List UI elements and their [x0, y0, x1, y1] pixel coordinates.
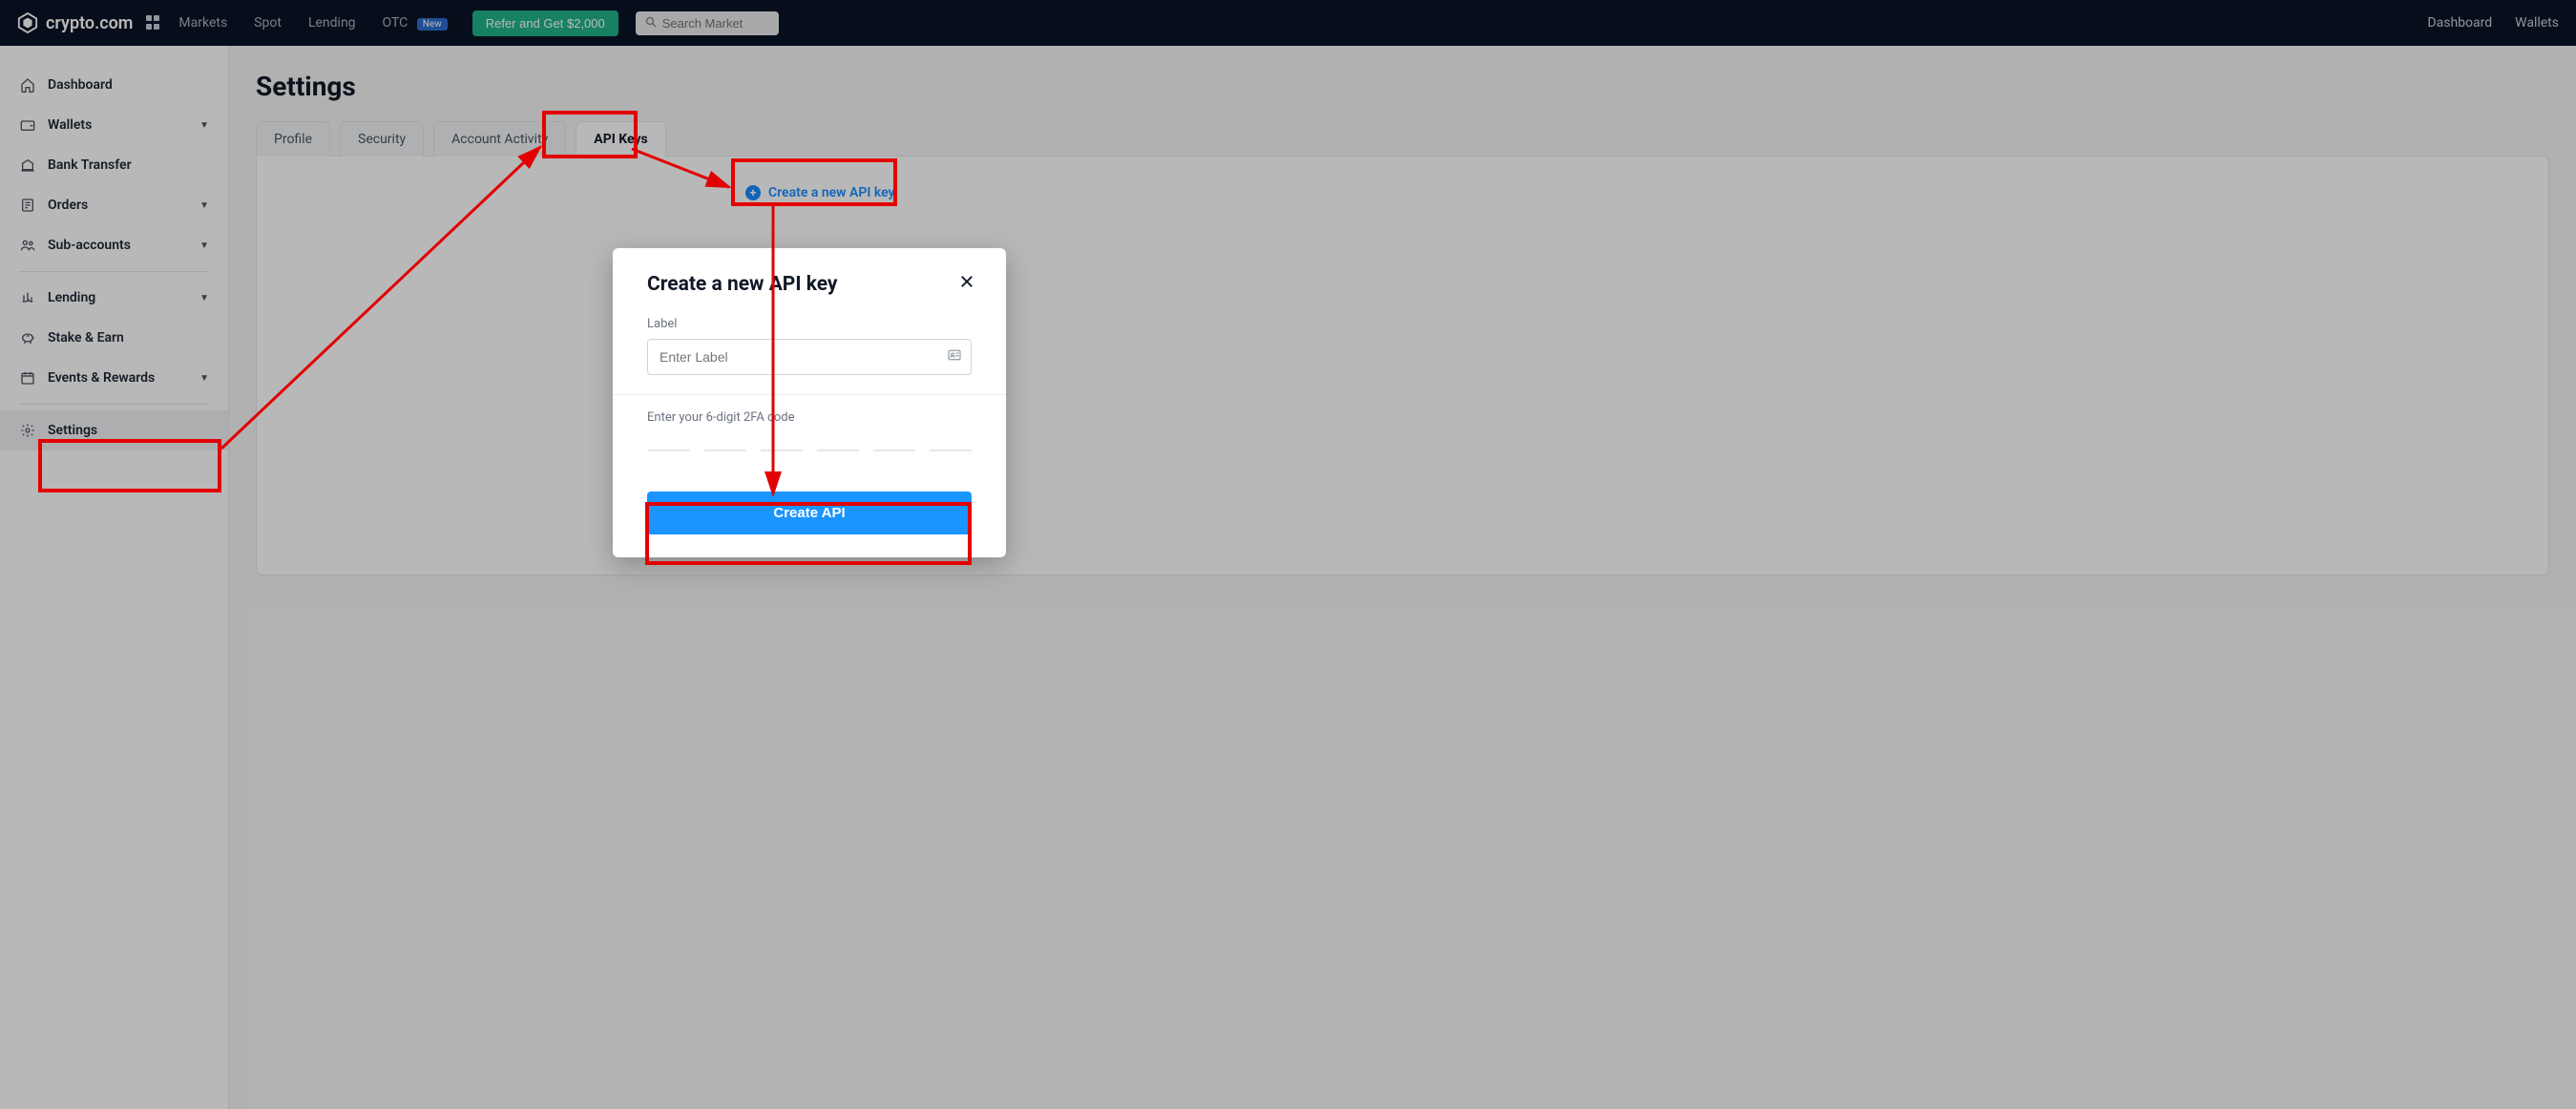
nav-otc[interactable]: OTC New — [383, 15, 448, 31]
twofa-prompt: Enter your 6-digit 2FA code — [647, 410, 972, 425]
apps-icon[interactable] — [146, 15, 161, 31]
nav-spot[interactable]: Spot — [254, 15, 282, 31]
home-icon — [19, 76, 36, 94]
twofa-digit-input[interactable] — [930, 450, 972, 451]
sidebar-item-bank-transfer[interactable]: Bank Transfer — [0, 145, 228, 185]
search-icon — [645, 16, 657, 31]
brand-icon — [17, 12, 38, 33]
modal-close-button[interactable] — [954, 273, 979, 294]
nav-wallets[interactable]: Wallets — [2515, 15, 2559, 31]
sidebar-divider — [19, 404, 209, 405]
label-input[interactable] — [647, 339, 972, 375]
twofa-digit-input[interactable] — [648, 450, 690, 451]
create-api-button[interactable]: Create API — [647, 492, 972, 534]
chevron-down-icon: ▼ — [199, 293, 209, 303]
create-api-key-label: Create a new API key — [768, 185, 894, 200]
sidebar-item-stake-earn[interactable]: Stake & Earn — [0, 318, 228, 358]
create-api-key-modal: Create a new API key Label Enter your 6-… — [613, 248, 1006, 557]
brand[interactable]: crypto.com — [17, 12, 133, 33]
sidebar-label: Lending — [48, 290, 95, 305]
calendar-icon — [19, 369, 36, 387]
sidebar-item-settings[interactable]: Settings — [0, 410, 228, 450]
sidebar-item-sub-accounts[interactable]: Sub-accounts ▼ — [0, 225, 228, 265]
chevron-down-icon: ▼ — [199, 241, 209, 251]
nav-lending[interactable]: Lending — [308, 15, 356, 31]
orders-icon — [19, 197, 36, 214]
users-icon — [19, 237, 36, 254]
close-icon — [958, 273, 975, 290]
sidebar-item-dashboard[interactable]: Dashboard — [0, 65, 228, 105]
plus-circle-icon: + — [745, 185, 761, 200]
piggy-icon — [19, 329, 36, 346]
chevron-down-icon: ▼ — [199, 120, 209, 131]
page-title: Settings — [256, 71, 2549, 102]
sidebar-item-wallets[interactable]: Wallets ▼ — [0, 105, 228, 145]
brand-text: crypto.com — [46, 13, 133, 33]
sidebar-label: Orders — [48, 198, 88, 213]
sidebar-item-orders[interactable]: Orders ▼ — [0, 185, 228, 225]
sidebar-label: Wallets — [48, 117, 92, 133]
gear-icon — [19, 422, 36, 439]
tab-api-keys[interactable]: API Keys — [576, 121, 665, 157]
sidebar-divider — [19, 271, 209, 272]
sidebar: Dashboard Wallets ▼ Bank Transfer Orders… — [0, 46, 229, 1109]
main-content: Settings Profile Security Account Activi… — [229, 46, 2576, 1109]
twofa-digit-input[interactable] — [761, 450, 803, 451]
refer-button[interactable]: Refer and Get $2,000 — [472, 10, 618, 36]
chevron-down-icon: ▼ — [199, 373, 209, 384]
sidebar-label: Settings — [48, 423, 97, 438]
nav-dashboard[interactable]: Dashboard — [2427, 15, 2492, 31]
top-nav: crypto.com Markets Spot Lending OTC New … — [0, 0, 2576, 46]
search-market[interactable] — [636, 11, 779, 35]
contact-card-icon — [947, 347, 962, 366]
twofa-code-inputs — [647, 450, 972, 451]
twofa-digit-input[interactable] — [873, 450, 915, 451]
chevron-down-icon: ▼ — [199, 200, 209, 211]
sidebar-item-events-rewards[interactable]: Events & Rewards ▼ — [0, 358, 228, 398]
sidebar-label: Bank Transfer — [48, 157, 132, 173]
sidebar-item-lending[interactable]: Lending ▼ — [0, 278, 228, 318]
tab-account-activity[interactable]: Account Activity — [433, 121, 566, 157]
nav-otc-label: OTC — [383, 15, 408, 31]
sidebar-label: Events & Rewards — [48, 370, 155, 386]
twofa-digit-input[interactable] — [704, 450, 746, 451]
label-field-label: Label — [647, 317, 972, 331]
bank-icon — [19, 157, 36, 174]
nav-right: Dashboard Wallets — [2427, 15, 2559, 31]
api-keys-panel: + Create a new API key — [256, 156, 2549, 575]
lending-icon — [19, 289, 36, 306]
search-market-input[interactable] — [662, 16, 769, 31]
wallet-icon — [19, 116, 36, 134]
sidebar-label: Dashboard — [48, 77, 113, 93]
settings-tabs: Profile Security Account Activity API Ke… — [256, 121, 2549, 157]
nav-markets[interactable]: Markets — [178, 15, 227, 31]
tab-profile[interactable]: Profile — [256, 121, 330, 157]
twofa-digit-input[interactable] — [817, 450, 859, 451]
modal-title: Create a new API key — [647, 273, 838, 296]
nav-links: Markets Spot Lending OTC New — [178, 15, 447, 31]
new-badge: New — [417, 18, 448, 31]
sidebar-label: Sub-accounts — [48, 238, 131, 253]
sidebar-label: Stake & Earn — [48, 330, 124, 345]
create-api-key-link[interactable]: + Create a new API key — [745, 185, 894, 200]
tab-security[interactable]: Security — [340, 121, 424, 157]
